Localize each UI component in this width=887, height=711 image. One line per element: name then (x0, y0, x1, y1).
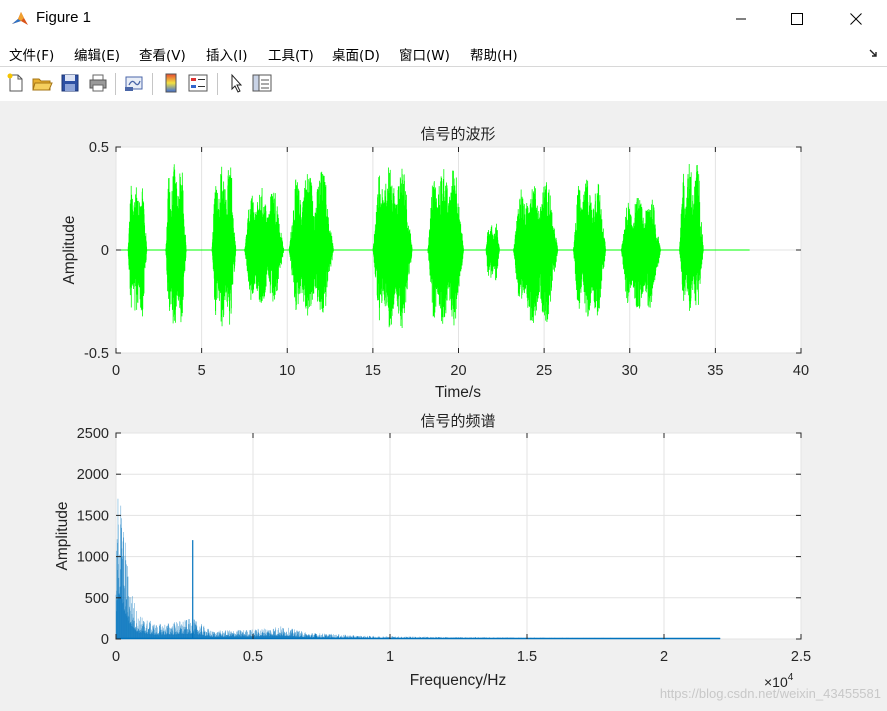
x-tick-label: 10 (279, 363, 295, 379)
menu-bar: 文件(F) 编辑(E) 查看(V) 插入(I) 工具(T) 桌面(D) 窗口(W… (0, 38, 887, 66)
link-plot-icon[interactable] (123, 72, 145, 94)
x-tick-label: 0.5 (243, 649, 263, 665)
y-tick-label: 1500 (77, 508, 109, 524)
x-tick-label: 2 (660, 649, 668, 665)
spectrum-xlabel: Frequency/Hz (410, 672, 506, 689)
spectrum-title: 信号的频谱 (420, 412, 495, 430)
property-inspector-icon[interactable] (251, 72, 273, 94)
x-tick-label: 15 (365, 363, 381, 379)
menu-desktop[interactable]: 桌面(D) (332, 44, 380, 64)
toolbar-separator (115, 73, 116, 95)
x-tick-label: 5 (198, 363, 206, 379)
spectrum-axes[interactable]: 0 0.5 1 1.5 2 2.5 2500 2000 1500 1000 500 0 信号的频谱 F… (54, 412, 811, 690)
y-tick-label: 2000 (77, 467, 109, 483)
print-icon[interactable] (87, 72, 109, 94)
toolbar-separator (152, 73, 153, 95)
figure-canvas: 0 5 10 15 20 25 30 35 40 0.5 0 -0.5 信号的波形 Time/s Am… (0, 101, 887, 707)
y-tick-label: 0.5 (89, 140, 109, 156)
menu-file[interactable]: 文件(F) (9, 44, 54, 64)
minimize-icon (736, 18, 746, 20)
waveform-ylabel: Amplitude (61, 216, 78, 285)
x-tick-label: 0 (112, 649, 120, 665)
y-tick-label: 1000 (77, 550, 109, 566)
window-title: Figure 1 (36, 9, 92, 26)
y-tick-label: 0 (101, 243, 109, 259)
save-icon[interactable] (59, 72, 81, 94)
y-tick-label: -0.5 (84, 346, 109, 362)
x-tick-label: 1.5 (517, 649, 537, 665)
spectrum-ylabel: Amplitude (54, 502, 71, 571)
y-tick-label: 0 (101, 632, 109, 648)
waveform-title: 信号的波形 (420, 125, 495, 143)
edit-plot-arrow-icon[interactable] (225, 72, 247, 94)
x-tick-label: 0 (112, 363, 120, 379)
x-tick-label: 25 (536, 363, 552, 379)
x-tick-label: 35 (707, 363, 723, 379)
x-tick-label: 30 (622, 363, 638, 379)
menu-insert[interactable]: 插入(I) (206, 44, 248, 64)
maximize-icon (791, 13, 803, 25)
waveform-axes[interactable]: 0 5 10 15 20 25 30 35 400.50-0.5 信号的波形 Time/s Am… (61, 125, 809, 401)
spectrum-plot-box (115, 432, 802, 640)
open-file-icon[interactable] (31, 72, 53, 94)
x-tick-label: 2.5 (791, 649, 811, 665)
menu-help[interactable]: 帮助(H) (470, 44, 518, 64)
y-tick-label: 2500 (77, 426, 109, 442)
figure-toolbar (0, 66, 887, 102)
x-tick-label: 40 (793, 363, 809, 379)
waveform-xlabel: Time/s (435, 384, 481, 401)
insert-colorbar-icon[interactable] (160, 72, 182, 94)
close-icon (850, 13, 862, 25)
x-exponent-label: 4 (788, 672, 794, 683)
menu-view[interactable]: 查看(V) (139, 44, 186, 64)
menu-edit[interactable]: 编辑(E) (74, 44, 120, 64)
y-tick-label: 500 (85, 591, 109, 607)
x-tick-label: 20 (450, 363, 466, 379)
window-title-bar: Figure 1 (0, 0, 887, 38)
maximize-button[interactable] (769, 0, 825, 38)
x-tick-label: 1 (386, 649, 394, 665)
plot-canvas: 0 5 10 15 20 25 30 35 400.50-0.5 信号的波形 Time/s Am… (54, 125, 811, 690)
minimize-button[interactable] (713, 0, 769, 38)
toolbar-separator (217, 73, 218, 95)
insert-legend-icon[interactable] (187, 72, 209, 94)
dock-arrow-icon[interactable] (869, 49, 879, 59)
watermark-text: https://blog.csdn.net/weixin_43455581 (659, 686, 881, 701)
menu-window[interactable]: 窗口(W) (399, 44, 450, 64)
new-figure-icon[interactable] (5, 72, 27, 94)
matlab-logo-icon (10, 9, 30, 29)
close-button[interactable] (828, 0, 884, 38)
menu-tools[interactable]: 工具(T) (268, 44, 314, 64)
